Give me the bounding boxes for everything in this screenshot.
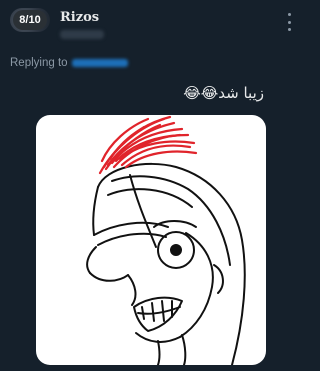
doodle-drawing [86,115,246,365]
author-handle-redacted [60,30,104,39]
author-name[interactable]: Rizos [60,10,99,25]
tweet-text: زیبا شد😂😂 [183,84,264,102]
replying-to-line: Replying to [10,57,128,69]
tweet-media-image[interactable] [36,115,266,365]
replying-to-handle-redacted[interactable] [71,58,128,67]
replying-to-label: Replying to [10,57,68,69]
author-avatar[interactable]: 8/10 [10,8,50,32]
more-options-icon[interactable] [284,13,294,31]
image-counter-badge: 8/10 [13,10,47,30]
tweet-header: 8/10 Rizos [0,0,300,52]
